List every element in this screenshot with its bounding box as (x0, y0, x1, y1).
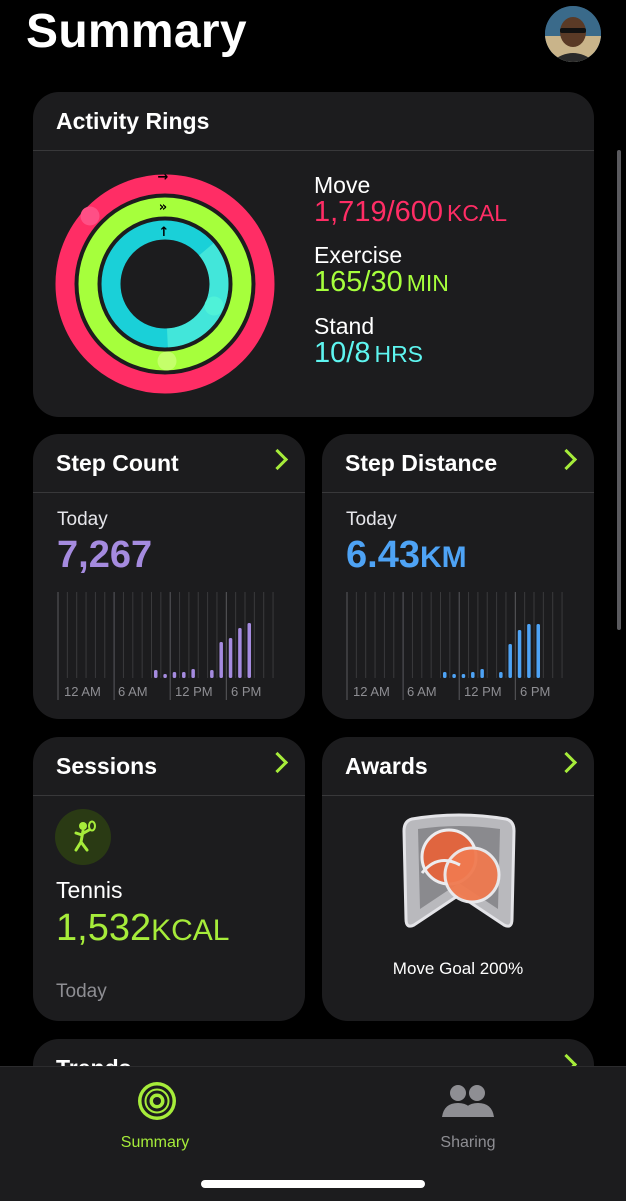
svg-text:↑: ↑ (159, 225, 170, 240)
move-label: Move (314, 172, 371, 198)
hourly-bar (471, 672, 475, 678)
hourly-bar (172, 672, 177, 678)
chevron-right-icon (266, 448, 289, 471)
axis-label: 6 AM (407, 684, 437, 699)
tab-sharing-label: Sharing (440, 1134, 496, 1151)
hourly-bar (238, 628, 242, 678)
hourly-bar (247, 623, 251, 678)
hourly-bar (443, 672, 447, 678)
workout-calories: 1,532KCAL (56, 907, 230, 949)
move-value: 1,719/600 KCAL (314, 196, 508, 228)
hourly-bar (154, 670, 158, 678)
chevron-right-icon (266, 751, 289, 774)
hourly-bar (219, 642, 223, 678)
award-label: Move Goal 200% (392, 959, 524, 978)
card-header: Sessions (33, 737, 305, 796)
hourly-bar (210, 670, 214, 678)
chevron-right-icon (555, 448, 578, 471)
today-label: Today (346, 509, 397, 530)
stand-label: Stand (314, 313, 375, 339)
step-distance-card[interactable]: Step Distance Today 6.43KM 12 AM 6 AM 12… (322, 434, 594, 719)
activity-rings-card[interactable]: Activity Rings → » ↑ Move 1,719/600 KCAL … (33, 92, 594, 417)
activity-rings-graphic: → » ↑ (55, 170, 275, 394)
scrollbar[interactable] (617, 150, 621, 630)
hourly-bar (517, 630, 522, 678)
people-icon (442, 1085, 494, 1117)
axis-label: 6 AM (118, 684, 148, 699)
awards-title: Awards (345, 753, 428, 779)
activity-rings-title: Activity Rings (56, 108, 210, 134)
hourly-bar (499, 672, 503, 678)
exercise-value: 165/30 MIN (314, 266, 449, 298)
step-count-card[interactable]: Step Count Today 7,267 12 AM 6 AM 12 PM … (33, 434, 305, 719)
hourly-bar (182, 672, 186, 678)
hourly-bar (536, 624, 540, 678)
card-header: Activity Rings (33, 92, 594, 151)
tennis-icon (55, 809, 111, 865)
axis-label: 6 PM (231, 684, 261, 699)
exercise-label: Exercise (314, 242, 403, 268)
step-count-title: Step Count (56, 450, 179, 476)
card-header: Awards (322, 737, 594, 796)
hourly-bar (228, 638, 233, 678)
step-distance-chart: 12 AM 6 AM 12 PM 6 PM (346, 592, 563, 700)
awards-card[interactable]: Awards Move Goal 200% (322, 737, 594, 1021)
tab-summary-label: Summary (120, 1134, 190, 1151)
card-header: Step Count (33, 434, 305, 493)
svg-text:→: → (158, 170, 169, 185)
move-goal-award-icon (402, 813, 516, 928)
hourly-bar (191, 669, 195, 678)
tab-sharing[interactable]: Sharing (413, 1077, 523, 1161)
step-count-chart: 12 AM 6 AM 12 PM 6 PM (57, 592, 274, 700)
chevron-right-icon (555, 751, 578, 774)
card-header: Step Distance (322, 434, 594, 493)
hourly-bar (480, 669, 484, 678)
sessions-card[interactable]: Sessions Tennis 1,532KCAL Today (33, 737, 305, 1021)
home-indicator[interactable] (201, 1180, 425, 1188)
tab-summary[interactable]: Summary (100, 1077, 210, 1161)
sessions-title: Sessions (56, 753, 157, 779)
hourly-bar (163, 674, 167, 678)
today-label: Today (57, 509, 108, 530)
avatar[interactable] (545, 6, 601, 62)
stand-value: 10/8 HRS (314, 337, 424, 369)
step-count-value: 7,267 (57, 534, 153, 576)
axis-label: 12 PM (175, 684, 213, 699)
workout-name: Tennis (56, 877, 123, 903)
hourly-bar (461, 674, 466, 678)
svg-text:»: » (159, 200, 167, 215)
workout-date: Today (56, 981, 107, 1002)
axis-label: 12 AM (353, 684, 390, 699)
activity-rings-icon (138, 1082, 176, 1120)
step-distance-value: 6.43KM (346, 534, 467, 576)
page-title: Summary (26, 5, 247, 58)
axis-label: 12 PM (464, 684, 502, 699)
hourly-bar (508, 644, 512, 678)
axis-label: 12 AM (64, 684, 101, 699)
hourly-bar (452, 674, 456, 678)
axis-label: 6 PM (520, 684, 550, 699)
hourly-bar (527, 624, 531, 678)
step-distance-title: Step Distance (345, 450, 498, 476)
